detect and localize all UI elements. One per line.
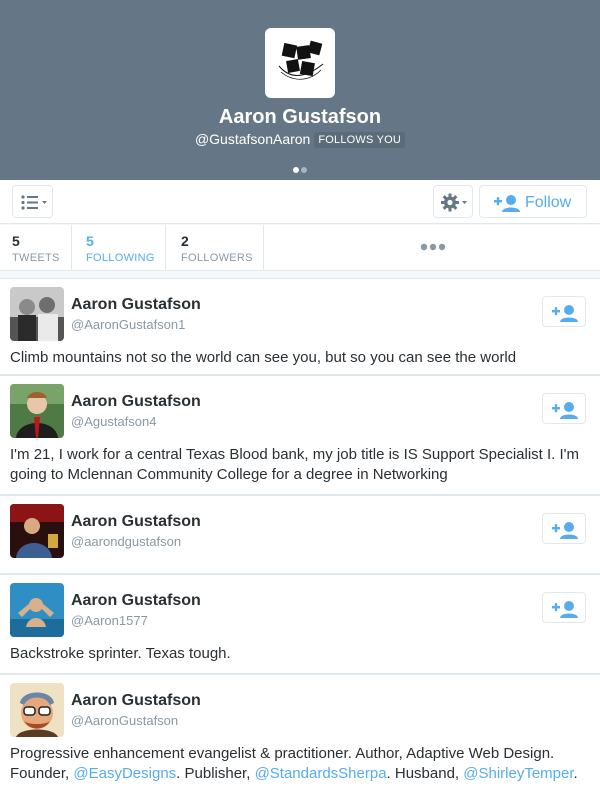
stat-following-label: FOLLOWING	[86, 252, 155, 264]
follow-button[interactable]: Follow	[479, 185, 587, 218]
page-indicator[interactable]	[0, 160, 600, 178]
more-icon[interactable]	[420, 243, 446, 251]
stat-tweets-label: TWEETS	[12, 252, 60, 264]
user-avatar[interactable]	[10, 287, 64, 341]
user-name[interactable]: Aaron Gustafson	[71, 592, 201, 610]
follow-user-button[interactable]	[542, 513, 586, 544]
stat-tweets[interactable]: 5 TWEETS	[0, 225, 72, 271]
add-user-icon	[552, 402, 578, 419]
stat-followers[interactable]: 2 FOLLOWERS	[166, 225, 264, 271]
stat-following[interactable]: 5 FOLLOWING	[72, 225, 166, 271]
profile-header: Aaron Gustafson @GustafsonAaron FOLLOWS Y…	[0, 0, 600, 180]
bio-text: . Publisher,	[176, 765, 255, 782]
user-bio: Climb mountains not so the world can see…	[10, 349, 517, 366]
follows-you-badge: FOLLOWS YOU	[314, 132, 406, 148]
add-user-icon	[552, 522, 578, 539]
add-user-icon	[494, 195, 520, 212]
stat-followers-value: 2	[181, 233, 189, 249]
bio-text: . Husband,	[386, 765, 464, 782]
profile-handle-row: @GustafsonAaron FOLLOWS YOU	[0, 131, 600, 148]
stat-following-value: 5	[86, 233, 94, 249]
profile-stats: 5 TWEETS 5 FOLLOWING 2 FOLLOWERS	[0, 225, 600, 271]
user-name[interactable]: Aaron Gustafson	[71, 393, 201, 411]
logo-icon	[278, 40, 324, 80]
follow-user-button[interactable]	[542, 393, 586, 424]
mention-link[interactable]: @EasyDesigns	[73, 765, 176, 782]
bio-text: .	[573, 765, 578, 782]
user-card[interactable]: Aaron Gustafson @AaronGustafson1 Climb m…	[0, 278, 600, 375]
stat-followers-label: FOLLOWERS	[181, 252, 253, 264]
user-card[interactable]: Aaron Gustafson @aarondgustafson	[0, 495, 600, 574]
user-name[interactable]: Aaron Gustafson	[71, 296, 201, 314]
user-name[interactable]: Aaron Gustafson	[71, 513, 201, 531]
follow-button-label: Follow	[525, 194, 572, 211]
add-user-icon	[552, 305, 578, 322]
user-card[interactable]: Aaron Gustafson @AaronGustafson Progress…	[0, 674, 600, 808]
settings-button[interactable]	[433, 185, 473, 218]
user-avatar[interactable]	[10, 683, 64, 737]
profile-toolbar: Follow	[0, 180, 600, 224]
profile-name: Aaron Gustafson	[218, 106, 382, 128]
user-handle[interactable]: @Aaron1577	[71, 613, 148, 628]
user-bio: I'm 21, I work for a central Texas Blood…	[10, 446, 580, 483]
user-card[interactable]: Aaron Gustafson @Aaron1577 Backstroke sp…	[0, 574, 600, 674]
page-dot-active[interactable]	[293, 167, 299, 173]
page-dot[interactable]	[301, 167, 307, 173]
gear-icon	[441, 193, 467, 212]
add-user-icon	[552, 601, 578, 618]
user-avatar[interactable]	[10, 583, 64, 637]
follow-user-button[interactable]	[542, 592, 586, 623]
mention-link[interactable]: @ShirleyTemper	[463, 765, 573, 782]
lists-button[interactable]	[12, 185, 53, 218]
user-name[interactable]: Aaron Gustafson	[71, 692, 201, 710]
user-handle[interactable]: @AaronGustafson1	[71, 317, 185, 332]
user-avatar[interactable]	[10, 504, 64, 558]
user-handle[interactable]: @AaronGustafson	[71, 713, 178, 728]
mention-link[interactable]: @StandardsSherpa	[255, 765, 387, 782]
follow-user-button[interactable]	[542, 296, 586, 327]
user-card[interactable]: Aaron Gustafson @Agustafson4 I'm 21, I w…	[0, 375, 600, 495]
profile-avatar[interactable]	[265, 28, 335, 98]
profile-handle[interactable]: @GustafsonAaron	[195, 131, 310, 147]
user-handle[interactable]: @Agustafson4	[71, 414, 156, 429]
user-bio: Backstroke sprinter. Texas tough.	[10, 645, 231, 662]
list-icon	[21, 195, 47, 210]
user-bio: Progressive enhancement evangelist & pra…	[10, 744, 590, 784]
stat-tweets-value: 5	[12, 233, 20, 249]
user-handle[interactable]: @aarondgustafson	[71, 534, 181, 549]
user-avatar[interactable]	[10, 384, 64, 438]
